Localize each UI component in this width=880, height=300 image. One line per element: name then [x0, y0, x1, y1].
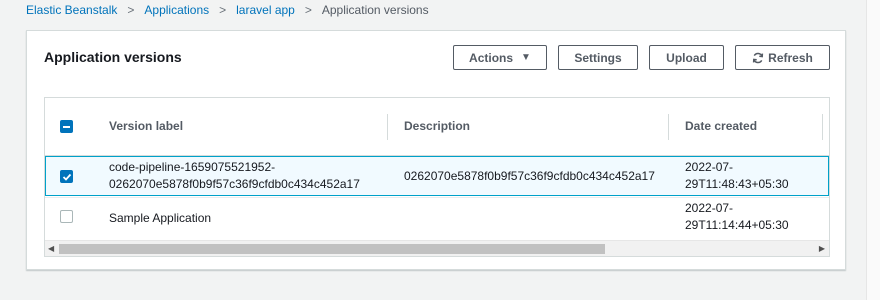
version-label-line1: code-pipeline-1659075521952-: [109, 160, 276, 174]
breadcrumb-laravel-app[interactable]: laravel app: [236, 3, 295, 17]
column-divider[interactable]: [668, 114, 669, 140]
breadcrumb-separator: >: [127, 3, 135, 17]
application-versions-panel: Application versions Actions ▼ Settings …: [26, 30, 846, 270]
table-row[interactable]: code-pipeline-1659075521952- 0262070e587…: [45, 156, 829, 196]
table-header: Version label Description Date created: [45, 98, 829, 156]
panel-header: Application versions Actions ▼ Settings …: [27, 31, 845, 89]
horizontal-scrollbar[interactable]: ◀ ▶: [45, 240, 829, 256]
description-cell: 0262070e5878f0b9f57c36f9cfdb0c434c452a17: [404, 169, 655, 183]
versions-table: Version label Description Date created c…: [44, 97, 830, 257]
panel-title: Application versions: [44, 49, 182, 65]
date-created-line2: 29T11:14:44+05:30: [685, 218, 789, 232]
caret-down-icon: ▼: [521, 52, 531, 63]
breadcrumb-separator: >: [219, 3, 227, 17]
scroll-right-icon[interactable]: ▶: [819, 244, 825, 253]
table-row[interactable]: Sample Application 2022-07- 29T11:14:44+…: [45, 197, 829, 237]
settings-button[interactable]: Settings: [558, 45, 638, 70]
column-header-description[interactable]: Description: [404, 119, 470, 133]
upload-button[interactable]: Upload: [649, 45, 724, 70]
row-checkbox[interactable]: [60, 210, 73, 223]
column-header-version-label[interactable]: Version label: [109, 119, 183, 133]
scrollbar-thumb[interactable]: [59, 244, 605, 254]
column-divider[interactable]: [822, 114, 823, 140]
column-divider[interactable]: [387, 114, 388, 140]
version-label-cell: Sample Application: [109, 211, 212, 225]
breadcrumb-current: Application versions: [321, 3, 429, 17]
breadcrumb-applications[interactable]: Applications: [144, 3, 209, 17]
actions-button[interactable]: Actions ▼: [453, 45, 547, 70]
breadcrumb-separator: >: [304, 3, 312, 17]
refresh-label: Refresh: [768, 50, 813, 65]
refresh-button[interactable]: Refresh: [735, 45, 830, 70]
actions-label: Actions: [469, 50, 514, 65]
breadcrumb: Elastic Beanstalk > Applications > larav…: [26, 0, 429, 20]
date-created-line1: 2022-07-: [685, 201, 734, 215]
breadcrumb-elastic-beanstalk[interactable]: Elastic Beanstalk: [26, 3, 117, 17]
row-checkbox[interactable]: [60, 170, 73, 183]
scroll-left-icon[interactable]: ◀: [48, 244, 54, 253]
select-all-checkbox[interactable]: [60, 120, 73, 133]
vertical-scrollbar[interactable]: [866, 0, 880, 300]
date-created-line1: 2022-07-: [685, 160, 734, 174]
date-created-line2: 29T11:48:43+05:30: [685, 177, 789, 191]
check-icon: [62, 173, 72, 181]
refresh-icon: [752, 52, 764, 64]
version-label-line2: 0262070e5878f0b9f57c36f9cfdb0c434c452a17: [109, 177, 360, 191]
column-header-date-created[interactable]: Date created: [685, 119, 757, 133]
